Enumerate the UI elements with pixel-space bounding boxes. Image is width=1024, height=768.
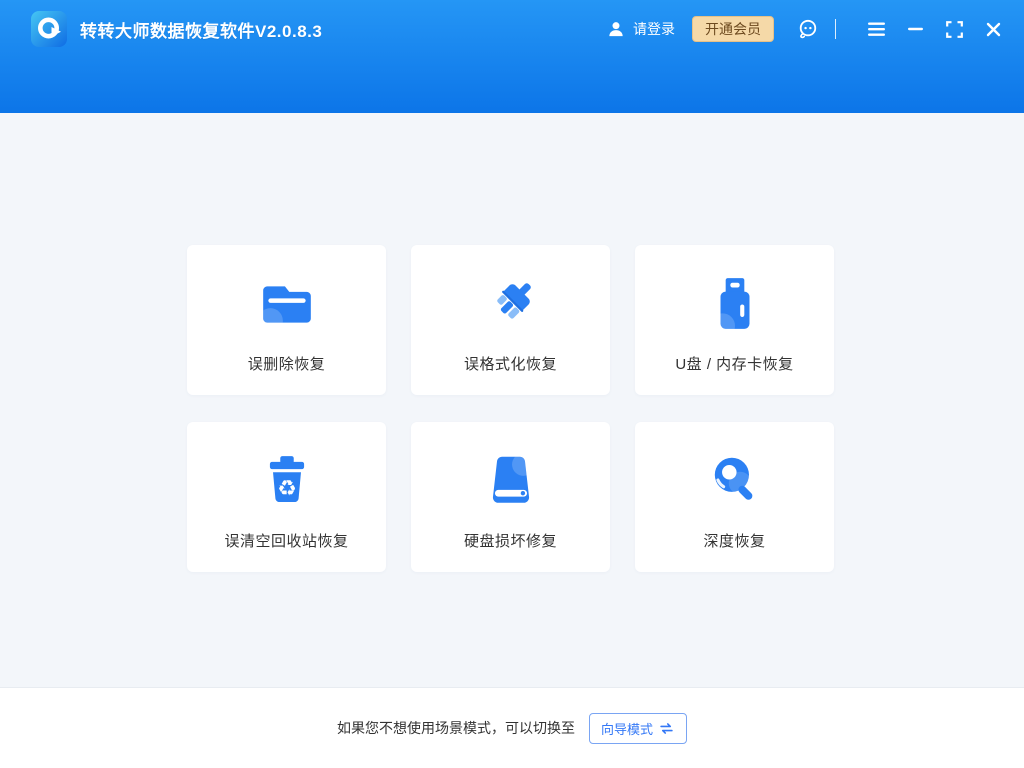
folder-icon <box>258 274 316 332</box>
maximize-icon <box>946 21 963 38</box>
card-label: 误删除恢复 <box>248 353 326 374</box>
app-logo-icon <box>30 10 68 48</box>
card-usb-recovery[interactable]: U盘 / 内存卡恢复 <box>635 245 834 395</box>
card-deep-recovery[interactable]: 深度恢复 <box>635 422 834 572</box>
footer-bar: 如果您不想使用场景模式，可以切换至 向导模式 <box>0 687 1024 768</box>
scene-mode-grid: 误删除恢复 误格式化恢复 U盘 / 内存卡恢复 <box>187 245 834 572</box>
titlebar: 转转大师数据恢复软件V2.0.8.3 请登录 开通会员 <box>0 0 1024 58</box>
support-headset-icon <box>796 18 819 41</box>
mode-switch-hint: 如果您不想使用场景模式，可以切换至 <box>337 718 575 738</box>
minimize-button[interactable] <box>898 12 932 46</box>
login-label: 请登录 <box>633 19 675 39</box>
titlebar-actions: 请登录 开通会员 <box>606 12 1010 46</box>
card-label: 误清空回收站恢复 <box>224 530 348 551</box>
menu-button[interactable] <box>859 12 893 46</box>
card-hdd-repair[interactable]: 硬盘损坏修复 <box>411 422 610 572</box>
open-vip-button[interactable]: 开通会员 <box>692 16 774 42</box>
usb-drive-icon <box>706 274 764 332</box>
recycle-bin-icon: ♻ <box>258 451 316 509</box>
minimize-icon <box>908 27 923 31</box>
svg-text:♻: ♻ <box>277 476 297 501</box>
close-icon <box>986 22 1001 37</box>
card-formatted-recovery[interactable]: 误格式化恢复 <box>411 245 610 395</box>
card-label: 深度恢复 <box>703 530 765 551</box>
support-button[interactable] <box>796 18 819 41</box>
card-label: 误格式化恢复 <box>464 353 557 374</box>
app-title: 转转大师数据恢复软件V2.0.8.3 <box>80 17 322 42</box>
swap-arrows-icon <box>658 721 675 736</box>
close-button[interactable] <box>976 12 1010 46</box>
wizard-mode-label: 向导模式 <box>601 719 653 738</box>
card-recycle-bin-recovery[interactable]: ♻ 误清空回收站恢复 <box>187 422 386 572</box>
titlebar-divider <box>835 19 836 39</box>
header-banner: 转转大师数据恢复软件V2.0.8.3 请登录 开通会员 <box>0 0 1024 113</box>
maximize-button[interactable] <box>937 12 971 46</box>
card-label: U盘 / 内存卡恢复 <box>675 353 793 374</box>
card-label: 硬盘损坏修复 <box>464 530 557 551</box>
card-deleted-recovery[interactable]: 误删除恢复 <box>187 245 386 395</box>
hamburger-menu-icon <box>867 21 886 37</box>
brush-icon <box>482 274 540 332</box>
user-icon <box>606 19 626 39</box>
hard-drive-icon <box>482 451 540 509</box>
login-button[interactable]: 请登录 <box>606 19 675 39</box>
magnifier-icon <box>706 451 764 509</box>
wizard-mode-button[interactable]: 向导模式 <box>589 713 687 744</box>
